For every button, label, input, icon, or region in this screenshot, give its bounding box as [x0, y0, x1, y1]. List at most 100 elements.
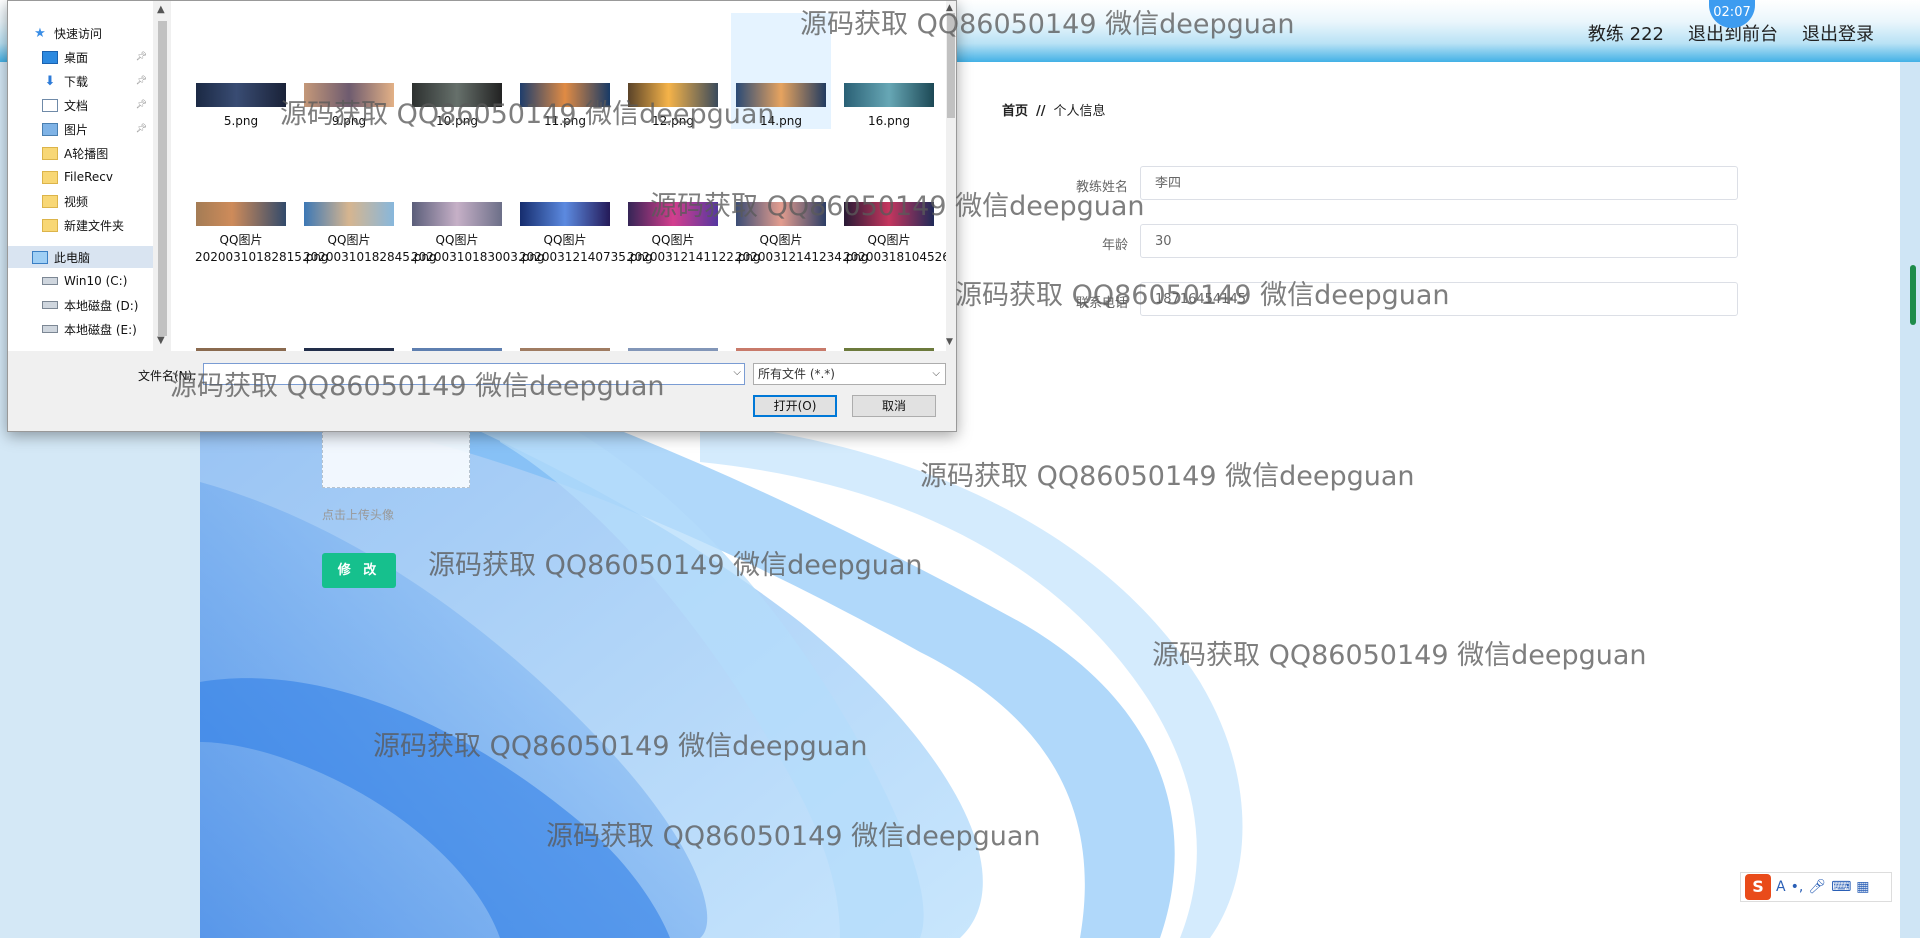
desktop-icon	[42, 50, 58, 64]
file-thumbnail[interactable]	[304, 348, 394, 351]
file-thumbnail	[412, 83, 502, 107]
sogou-logo-icon[interactable]: S	[1745, 874, 1771, 900]
file-item[interactable]: QQ图片 20200312141234.png	[731, 202, 869, 266]
nav-item-label: 桌面	[64, 50, 89, 65]
chevron-down-icon[interactable]: ⌵	[932, 364, 940, 384]
nav-item[interactable]: 桌面 📌︎	[8, 46, 153, 68]
file-thumbnail	[520, 202, 610, 226]
file-item[interactable]: 9.png	[299, 83, 399, 130]
nav-item[interactable]: 本地磁盘 (E:)	[8, 318, 153, 340]
nav-item[interactable]: 图片 📌︎	[8, 118, 153, 140]
file-item[interactable]: QQ图片 20200310182845.png	[299, 202, 437, 266]
scroll-up-arrow-icon[interactable]: ▲	[157, 4, 165, 15]
age-input[interactable]: 30	[1140, 224, 1738, 258]
breadcrumb-home[interactable]: 首页	[1002, 104, 1028, 119]
file-list-scrollbar[interactable]: ▲ ▼	[946, 1, 956, 351]
modify-button[interactable]: 修 改	[322, 553, 396, 588]
file-thumbnail	[412, 202, 502, 226]
filename-input[interactable]: ⌵	[203, 363, 745, 385]
nav-item[interactable]: Win10 (C:)	[8, 270, 153, 292]
grid-menu-icon[interactable]: ▦	[1856, 879, 1869, 895]
nav-item[interactable]: 本地磁盘 (D:)	[8, 294, 153, 316]
filename-label: 文件名(N):	[138, 369, 197, 383]
file-item[interactable]: 5.png	[191, 83, 291, 130]
nav-item[interactable]: 文档 📌︎	[8, 94, 153, 116]
file-scroll-thumb[interactable]	[947, 13, 955, 118]
download-icon: ⬇	[44, 73, 56, 89]
name-label: 教练姓名	[1075, 180, 1128, 195]
navigation-scrollbar[interactable]: ▲ ▼	[154, 1, 171, 351]
nav-item-label: Win10 (C:)	[64, 274, 128, 288]
right-background-strip	[1900, 62, 1920, 938]
file-name: QQ图片 20200318104526.png	[843, 233, 946, 264]
file-name: 10.png	[436, 114, 478, 128]
file-item[interactable]: QQ图片 20200310182815.png	[191, 202, 329, 266]
breadcrumb: 首页 // 个人信息	[1002, 100, 1106, 119]
file-thumbnail[interactable]	[520, 348, 610, 351]
drive-icon	[42, 277, 58, 285]
file-item[interactable]: QQ图片 20200310183003.png	[407, 202, 545, 266]
pin-icon: 📌︎	[135, 52, 147, 62]
file-name: QQ图片 20200310182815.png	[195, 233, 329, 264]
nav-item[interactable]: ⬇ 下载 📌︎	[8, 70, 153, 92]
star-icon: ★	[34, 25, 46, 41]
nav-item[interactable]: FileRecv	[8, 166, 153, 188]
file-name: 5.png	[223, 114, 259, 128]
file-item[interactable]: 16.png	[839, 83, 939, 130]
nav-item-label: 新建文件夹	[64, 218, 125, 233]
nav-item-label: 文档	[64, 98, 89, 113]
nav-item[interactable]: 此电脑	[8, 246, 153, 268]
keyboard-icon[interactable]: ⌨︎	[1831, 879, 1851, 895]
file-type-filter-select[interactable]: 所有文件 (*.*) ⌵	[753, 363, 946, 385]
cancel-button[interactable]: 取消	[852, 395, 936, 417]
file-name: 16.png	[868, 114, 910, 128]
file-scroll-up-arrow-icon[interactable]: ▲	[946, 3, 953, 13]
file-thumbnail	[736, 202, 826, 226]
nav-item[interactable]: A轮播图	[8, 142, 153, 164]
ime-mode-indicator[interactable]: A	[1776, 879, 1786, 895]
file-item[interactable]: QQ图片 20200312141122.png	[623, 202, 761, 266]
punctuation-icon[interactable]: •,	[1791, 879, 1804, 895]
microphone-icon[interactable]: 🎤︎	[1808, 879, 1826, 895]
computer-icon	[32, 250, 48, 264]
file-thumbnail	[736, 83, 826, 107]
file-scroll-down-arrow-icon[interactable]: ▼	[946, 337, 953, 347]
file-thumbnail[interactable]	[412, 348, 502, 351]
file-item[interactable]: QQ图片 20200318104526.png	[839, 202, 946, 266]
file-thumbnail	[304, 83, 394, 107]
file-thumbnail[interactable]	[736, 348, 826, 351]
navigation-scroll-thumb[interactable]	[158, 21, 167, 336]
open-button[interactable]: 打开(O)	[753, 395, 837, 417]
pin-icon: 📌︎	[135, 124, 147, 134]
phone-input[interactable]: 18716454145	[1140, 282, 1738, 316]
nav-item[interactable]: ★ 快速访问	[8, 22, 153, 44]
file-item[interactable]: 10.png	[407, 83, 507, 130]
file-thumbnail	[196, 83, 286, 107]
page-scrollbar-thumb[interactable]	[1910, 265, 1916, 325]
file-name: 9.png	[331, 114, 367, 128]
file-item[interactable]: 12.png	[623, 83, 723, 130]
nav-item[interactable]: 新建文件夹	[8, 214, 153, 236]
file-thumbnail[interactable]	[196, 348, 286, 351]
navigation-pane: ★ 快速访问 桌面 📌︎ ⬇ 下载 📌︎ 文档 📌︎ 图片 📌︎ A轮播图 FileRecv 视频 新建文件…	[8, 1, 153, 351]
nav-item-label: 快速访问	[54, 26, 103, 41]
nav-item-label: FileRecv	[64, 170, 113, 184]
scroll-down-arrow-icon[interactable]: ▼	[157, 335, 165, 346]
file-thumbnail[interactable]	[844, 348, 934, 351]
age-label: 年龄	[1101, 238, 1128, 253]
file-item[interactable]: QQ图片 20200312140735.png	[515, 202, 653, 266]
file-item[interactable]: 11.png	[515, 83, 615, 130]
form-row-name: 教练姓名 李四	[1000, 166, 1740, 202]
file-thumbnail	[196, 202, 286, 226]
file-thumbnail[interactable]	[628, 348, 718, 351]
file-name: 12.png	[652, 114, 694, 128]
file-type-filter-value: 所有文件 (*.*)	[758, 367, 835, 381]
nav-item[interactable]: 视频	[8, 190, 153, 212]
logout-link[interactable]: 退出登录	[1802, 20, 1874, 46]
ime-toolbar: S A •, 🎤︎ ⌨︎ ▦	[1740, 872, 1892, 902]
chevron-down-icon[interactable]: ⌵	[733, 367, 741, 378]
name-input[interactable]: 李四	[1140, 166, 1738, 200]
file-name: 11.png	[544, 114, 586, 128]
file-item[interactable]: 14.png	[731, 13, 831, 129]
file-name: QQ图片 20200310182845.png	[303, 233, 437, 264]
